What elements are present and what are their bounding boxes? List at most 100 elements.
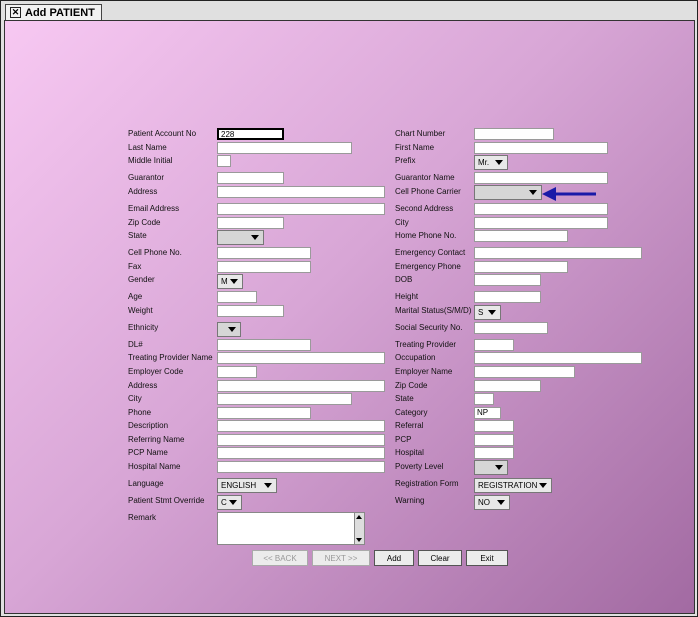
guarantor-name-input[interactable]	[474, 172, 608, 184]
middle-initial-input[interactable]	[217, 155, 231, 167]
chevron-down-icon	[264, 483, 272, 488]
label-home-phone: Home Phone No.	[395, 231, 457, 240]
email-address-input[interactable]	[217, 203, 385, 215]
first-name-input[interactable]	[474, 142, 608, 154]
label-poverty-level: Poverty Level	[395, 462, 444, 471]
gender-dropdown[interactable]: M	[217, 274, 243, 289]
zip-code-right-input[interactable]	[474, 380, 541, 392]
back-button[interactable]: << BACK	[252, 550, 308, 566]
language-value: ENGLISH	[221, 481, 257, 490]
chevron-down-icon	[488, 310, 496, 315]
label-referring-name: Referring Name	[128, 435, 185, 444]
chevron-down-icon	[539, 483, 547, 488]
label-guarantor: Guarantor	[128, 173, 165, 182]
marital-status-value: S	[478, 308, 484, 317]
label-category: Category	[395, 408, 428, 417]
label-prefix: Prefix	[395, 156, 416, 165]
ethnicity-dropdown[interactable]	[217, 322, 241, 337]
patient-stmt-override-dropdown[interactable]: C	[217, 495, 242, 510]
ssn-input[interactable]	[474, 322, 548, 334]
chart-number-input[interactable]	[474, 128, 554, 140]
employer-address-input[interactable]	[217, 380, 385, 392]
label-employer-name: Employer Name	[395, 367, 453, 376]
last-name-input[interactable]	[217, 142, 352, 154]
description-input[interactable]	[217, 420, 385, 432]
prefix-dropdown[interactable]: Mr.	[474, 155, 508, 170]
label-employer-code: Employer Code	[128, 367, 184, 376]
hospital-name-input[interactable]	[217, 461, 385, 473]
treating-provider-input[interactable]	[474, 339, 514, 351]
label-zip-code: Zip Code	[128, 218, 161, 227]
treating-provider-name-input[interactable]	[217, 352, 385, 364]
dl-number-input[interactable]	[217, 339, 311, 351]
warning-dropdown[interactable]: NO	[474, 495, 510, 510]
address-input[interactable]	[217, 186, 385, 198]
label-occupation: Occupation	[395, 353, 436, 362]
hospital-input[interactable]	[474, 447, 514, 459]
label-treating-provider-name: Treating Provider Name	[128, 353, 213, 362]
label-state: State	[128, 231, 147, 240]
chevron-down-icon	[229, 500, 237, 505]
fax-input[interactable]	[217, 261, 311, 273]
scroll-down-icon[interactable]	[356, 538, 362, 542]
poverty-level-dropdown[interactable]	[474, 460, 508, 475]
label-referral: Referral	[395, 421, 424, 430]
emergency-contact-input[interactable]	[474, 247, 642, 259]
pcp-name-input[interactable]	[217, 447, 385, 459]
exit-button[interactable]: Exit	[466, 550, 508, 566]
label-email-address: Email Address	[128, 204, 180, 213]
pcp-input[interactable]	[474, 434, 514, 446]
label-guarantor-name: Guarantor Name	[395, 173, 455, 182]
cell-phone-input[interactable]	[217, 247, 311, 259]
phone-input[interactable]	[217, 407, 311, 419]
dob-input[interactable]	[474, 274, 541, 286]
registration-form-dropdown[interactable]: REGISTRATION	[474, 478, 552, 493]
referral-input[interactable]	[474, 420, 514, 432]
label-marital-status: Marital Status(S/M/D)	[395, 306, 472, 315]
next-button[interactable]: NEXT >>	[312, 550, 370, 566]
emergency-phone-input[interactable]	[474, 261, 568, 273]
language-dropdown[interactable]: ENGLISH	[217, 478, 277, 493]
warning-value: NO	[478, 498, 490, 507]
city-right-input[interactable]	[474, 217, 608, 229]
height-input[interactable]	[474, 291, 541, 303]
marital-status-dropdown[interactable]: S	[474, 305, 501, 320]
state-dropdown[interactable]	[217, 230, 264, 245]
referring-name-input[interactable]	[217, 434, 385, 446]
registration-form-value: REGISTRATION	[478, 481, 538, 490]
remark-textarea[interactable]	[217, 512, 365, 545]
weight-input[interactable]	[217, 305, 284, 317]
label-hospital: Hospital	[395, 448, 424, 457]
label-hospital-name: Hospital Name	[128, 462, 181, 471]
state-right-input[interactable]	[474, 393, 494, 405]
label-last-name: Last Name	[128, 143, 167, 152]
occupation-input[interactable]	[474, 352, 642, 364]
add-button[interactable]: Add	[374, 550, 414, 566]
cell-phone-carrier-dropdown[interactable]	[474, 185, 542, 200]
age-input[interactable]	[217, 291, 257, 303]
remark-scrollbar[interactable]	[354, 513, 364, 544]
label-dob: DOB	[395, 275, 413, 284]
category-input[interactable]: NP	[474, 407, 501, 419]
tab-add-patient[interactable]: ✕ Add PATIENT	[5, 4, 102, 20]
scroll-up-icon[interactable]	[356, 515, 362, 519]
close-icon[interactable]: ✕	[10, 7, 21, 18]
label-zip-code-right: Zip Code	[395, 381, 428, 390]
chevron-down-icon	[228, 327, 236, 332]
employer-code-input[interactable]	[217, 366, 257, 378]
clear-button[interactable]: Clear	[418, 550, 462, 566]
chevron-down-icon	[495, 465, 503, 470]
annotation-arrow-icon	[542, 187, 596, 201]
patient-account-no-input[interactable]: 228	[217, 128, 284, 140]
zip-code-input[interactable]	[217, 217, 284, 229]
second-address-input[interactable]	[474, 203, 608, 215]
guarantor-input[interactable]	[217, 172, 284, 184]
label-city: City	[128, 394, 142, 403]
city-input[interactable]	[217, 393, 352, 405]
label-registration-form: Registration Form	[395, 479, 459, 488]
employer-name-input[interactable]	[474, 366, 575, 378]
chevron-down-icon	[251, 235, 259, 240]
label-description: Description	[128, 421, 169, 430]
home-phone-input[interactable]	[474, 230, 568, 242]
label-phone: Phone	[128, 408, 152, 417]
